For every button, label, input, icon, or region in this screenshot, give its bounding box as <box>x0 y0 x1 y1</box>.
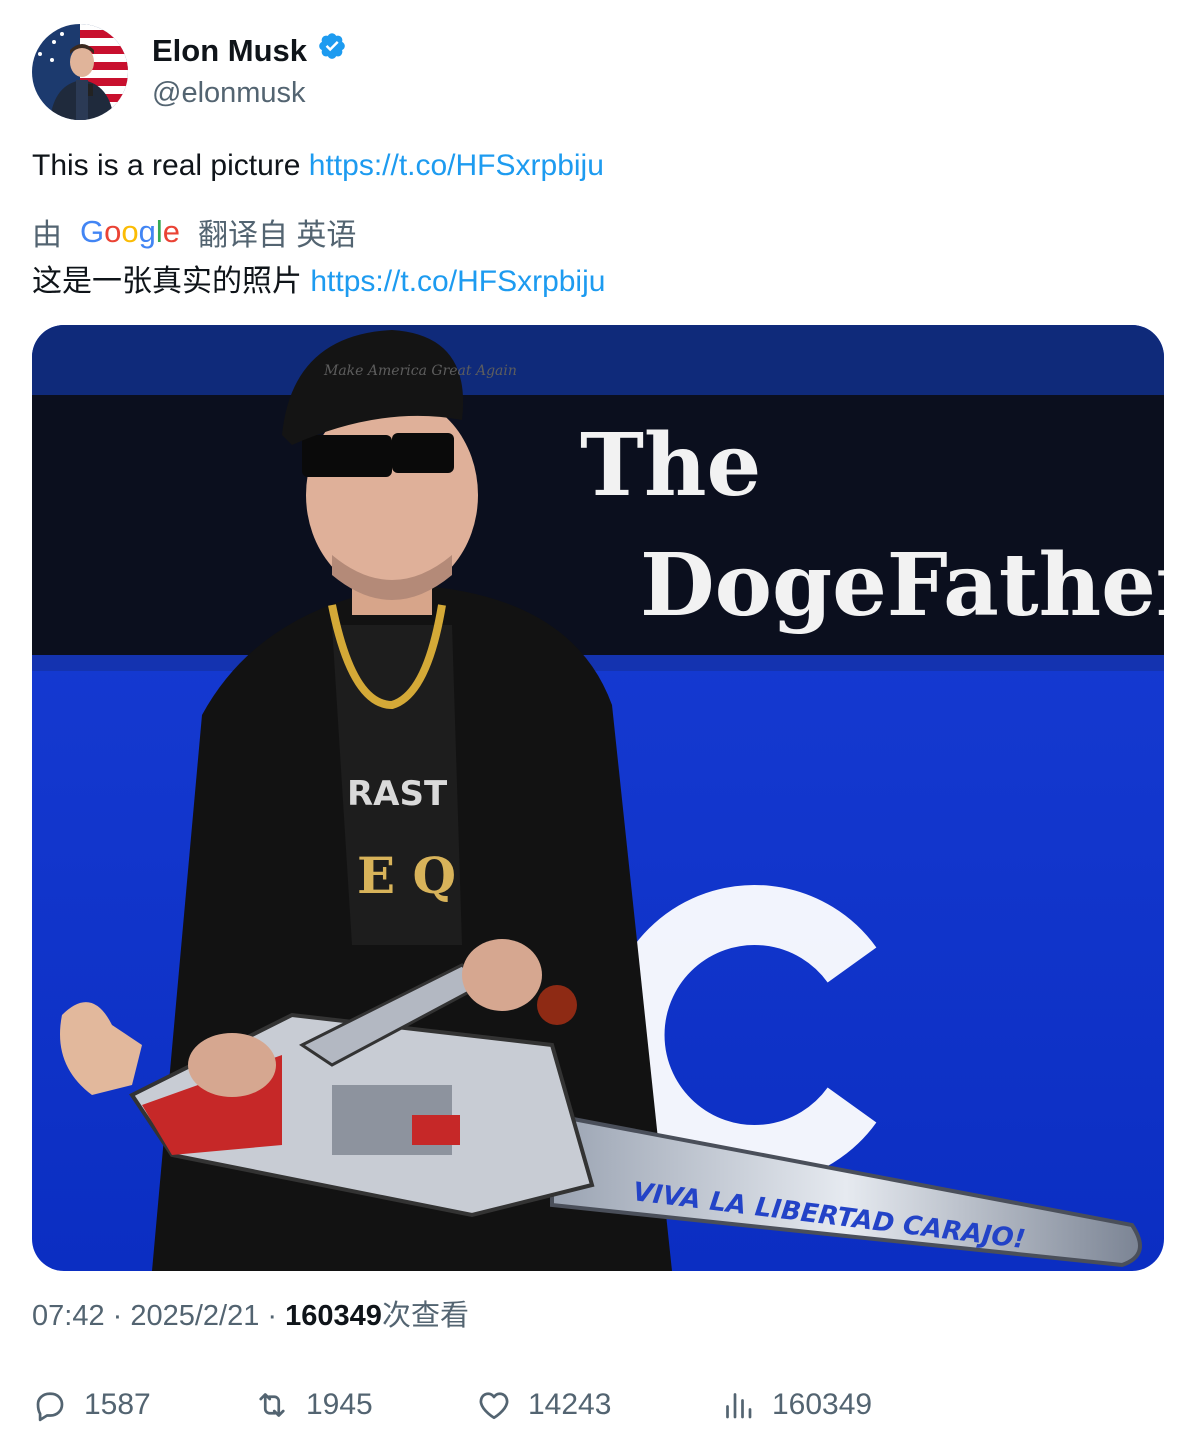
like-count: 14243 <box>528 1388 612 1421</box>
poster-line1: The <box>580 415 761 516</box>
retweet-icon <box>259 1393 285 1417</box>
cap-text: Make America Great Again <box>323 363 517 379</box>
google-logo[interactable]: Google <box>80 214 180 250</box>
translated-link[interactable]: https://t.co/HFSxrpbiju <box>310 265 605 298</box>
tweet-body: This is a real picture <box>32 149 309 182</box>
tweet-header: Elon Musk @elonmusk <box>32 24 347 120</box>
translated-text: 这是一张真实的照片 https://t.co/HFSxrpbiju <box>32 262 605 302</box>
separator: · <box>259 1300 286 1332</box>
author-block: Elon Musk @elonmusk <box>152 31 347 113</box>
translation-prefix: 由 <box>32 219 62 252</box>
verified-badge-icon <box>317 31 347 71</box>
poster-line2: DogeFather <box>640 535 1164 636</box>
analytics-icon <box>726 1393 752 1419</box>
display-name-row[interactable]: Elon Musk <box>152 31 347 71</box>
tweet-photo[interactable]: The DogeFather RAST E Q Make America Gre… <box>32 325 1164 1271</box>
heart-icon <box>479 1392 509 1420</box>
tweet-link[interactable]: https://t.co/HFSxrpbiju <box>309 149 604 182</box>
views-button[interactable]: 160349 <box>720 1383 872 1427</box>
svg-text:E Q: E Q <box>357 846 456 905</box>
reply-count: 1587 <box>84 1388 151 1421</box>
view-count-label: 次查看 <box>381 1300 469 1332</box>
tweet-time[interactable]: 07:42 <box>32 1300 105 1332</box>
shirt-print: RAST <box>347 774 448 814</box>
tweet-meta: 07:42 · 2025/2/21 · 160349次查看 <box>32 1296 469 1336</box>
handle[interactable]: @elonmusk <box>152 73 347 113</box>
reply-button[interactable]: 1587 <box>32 1383 151 1427</box>
retweet-button[interactable]: 1945 <box>254 1383 373 1427</box>
action-bar: 1587 1945 14243 160349 <box>32 1383 1164 1427</box>
display-name[interactable]: Elon Musk <box>152 31 307 71</box>
tweet-date[interactable]: 2025/2/21 <box>130 1300 259 1332</box>
retweet-count: 1945 <box>306 1388 373 1421</box>
translation-attribution: 由 Google 翻译自 英语 <box>32 212 356 252</box>
reply-icon <box>36 1392 64 1422</box>
avatar[interactable] <box>32 24 128 120</box>
views-count: 160349 <box>772 1388 873 1421</box>
translated-body: 这是一张真实的照片 <box>32 265 311 298</box>
translation-suffix: 翻译自 英语 <box>198 219 357 252</box>
like-button[interactable]: 14243 <box>476 1383 611 1427</box>
tweet-text: This is a real picture https://t.co/HFSx… <box>32 146 604 186</box>
view-count: 160349 <box>285 1300 382 1332</box>
photo-illustration: The DogeFather RAST E Q Make America Gre… <box>32 325 1164 1271</box>
separator: · <box>104 1300 131 1332</box>
